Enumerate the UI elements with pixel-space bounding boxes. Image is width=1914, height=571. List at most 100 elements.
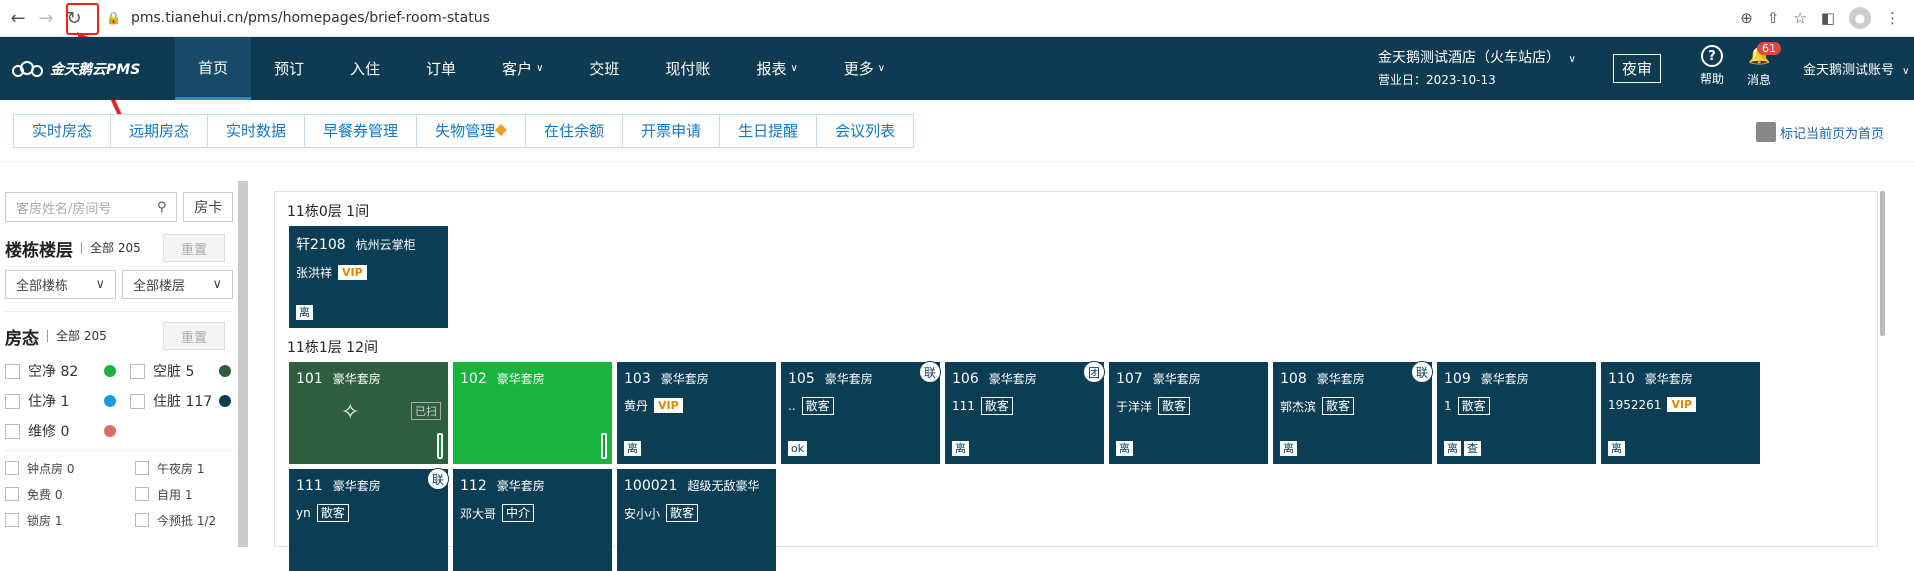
tab-2[interactable]: 实时数据	[207, 113, 306, 148]
forward-icon[interactable]: →	[32, 4, 60, 32]
checkbox[interactable]	[5, 423, 20, 439]
account-menu[interactable]: 金天鹅测试账号 ∨	[1803, 59, 1909, 78]
extra-filter[interactable]: 免费 0	[5, 481, 135, 507]
checkbox[interactable]	[5, 513, 19, 527]
room-tags: ok	[788, 441, 808, 456]
status-all-count[interactable]: 全部 205	[47, 330, 107, 342]
tab-5[interactable]: 在住余额	[525, 113, 624, 148]
nav-item-5[interactable]: 交班	[566, 37, 642, 100]
messages-label: 消息	[1747, 73, 1772, 87]
status-label: 住净 1	[28, 394, 70, 410]
checkbox[interactable]	[5, 461, 19, 475]
back-icon[interactable]: ←	[4, 4, 32, 32]
room-title: 100021 超级无敌豪华	[624, 477, 769, 494]
guest-name: 邓大哥	[460, 506, 497, 521]
status-filter[interactable]: 住净 1	[5, 386, 130, 416]
checkbox[interactable]	[135, 513, 149, 527]
tab-8[interactable]: 会议列表	[816, 113, 915, 148]
floor-select[interactable]: 全部楼层 ∨	[122, 270, 233, 299]
room-card[interactable]: 轩2108 杭州云掌柜 张洪祥 VIP 离	[289, 226, 448, 328]
tab-1[interactable]: 远期房态	[110, 113, 209, 148]
menu-kebab-icon[interactable]: ⋮	[1885, 9, 1900, 27]
tab-label: 早餐券管理	[323, 122, 399, 140]
checkbox[interactable]	[135, 461, 149, 475]
room-number: 100021	[624, 478, 678, 494]
status-filter[interactable]: 空脏 5	[130, 356, 245, 386]
address-bar[interactable]: 🔒 pms.tianehui.cn/pms/homepages/brief-ro…	[106, 10, 1740, 26]
nav-item-8[interactable]: 更多 ∨	[821, 37, 908, 100]
extra-filter[interactable]: 自用 1	[135, 481, 245, 507]
messages-button[interactable]: 🔔 61 消息	[1747, 42, 1781, 88]
room-tag: 离	[1444, 441, 1461, 456]
room-card[interactable]: 106 豪华套房 111 散客离 团	[945, 361, 1105, 464]
zoom-icon[interactable]: ⊕	[1740, 9, 1753, 27]
room-card[interactable]: 102 豪华套房	[453, 362, 612, 464]
room-card[interactable]: 111 豪华套房 yn 散客 联	[289, 468, 449, 571]
tab-4[interactable]: 失物管理	[416, 113, 527, 148]
nav-item-4[interactable]: 客户 ∨	[479, 37, 566, 100]
vertical-scrollbar[interactable]	[1880, 191, 1885, 336]
nav-item-6[interactable]: 现付账	[642, 37, 733, 100]
account-name: 金天鹅测试账号	[1803, 63, 1895, 78]
room-card[interactable]: 108 豪华套房 郭杰滨 散客离 联	[1273, 361, 1433, 464]
building-select[interactable]: 全部楼栋 ∨	[5, 270, 116, 299]
tab-3[interactable]: 早餐券管理	[304, 113, 418, 148]
logo-cloud-icon	[12, 60, 43, 77]
checkbox[interactable]	[130, 363, 145, 379]
extra-filter[interactable]: 锁房 1	[5, 507, 135, 533]
nav-item-label: 入住	[350, 60, 381, 78]
room-card[interactable]: 109 豪华套房 1 散客离查	[1437, 362, 1596, 464]
guest-name: 1952261	[1608, 397, 1662, 412]
room-card[interactable]: 105 豪华套房.. 散客 ok 联	[781, 361, 941, 464]
guest-type-tag: 散客	[801, 397, 834, 415]
guest-type-tag: 散客	[316, 504, 349, 522]
checkbox[interactable]	[5, 393, 20, 409]
room-tag: ok	[788, 441, 808, 456]
room-card[interactable]: 107 豪华套房 于洋洋 散客离	[1109, 362, 1268, 464]
building-reset-button[interactable]: 重置	[163, 234, 225, 262]
tab-6[interactable]: 开票申请	[622, 113, 721, 148]
extra-filter[interactable]: 午夜房 1	[135, 455, 245, 481]
room-card[interactable]: 110 豪华套房 1952261 VIP 离	[1601, 362, 1760, 464]
room-number: 112	[460, 478, 487, 494]
tab-0[interactable]: 实时房态	[13, 113, 112, 148]
status-filter[interactable]: 住脏 117	[130, 386, 245, 416]
nav-item-2[interactable]: 入住	[327, 37, 403, 100]
help-button[interactable]: ? 帮助	[1700, 45, 1724, 87]
nav-item-3[interactable]: 订单	[403, 37, 479, 100]
tab-7[interactable]: 生日提醒	[719, 113, 818, 148]
mark-home-link[interactable]: 标记当前页为首页	[1755, 122, 1884, 142]
checkbox[interactable]	[130, 393, 145, 409]
checkbox[interactable]	[5, 487, 19, 501]
room-card[interactable]: 101 豪华套房 ✧ 已扫	[289, 362, 448, 464]
room-card[interactable]: 112 豪华套房 邓大哥 中介	[453, 469, 612, 571]
status-reset-button[interactable]: 重置	[163, 322, 225, 350]
extra-filter[interactable]: 钟点房 0	[5, 455, 135, 481]
status-filter[interactable]: 空净 82	[5, 356, 130, 386]
room-number: 108	[1280, 371, 1307, 387]
hotel-selector[interactable]: 金天鹅测试酒店（火车站店） ∨ 营业日：2023-10-13	[1378, 47, 1576, 88]
share-icon[interactable]: ⇧	[1767, 9, 1780, 27]
profile-avatar[interactable]: ●	[1849, 7, 1871, 29]
guest-line: 黄丹 VIP	[624, 397, 769, 414]
nav-item-7[interactable]: 报表 ∨	[733, 37, 820, 100]
room-tag: 离	[1280, 441, 1297, 456]
search-input[interactable]: 客房姓名/房间号 ⚲	[5, 192, 178, 222]
app-logo[interactable]: 金天鹅云PMS	[0, 59, 175, 79]
nav-item-0[interactable]: 首页	[175, 37, 252, 100]
status-filter[interactable]: 维修 0	[5, 416, 130, 446]
status-color-dot	[219, 395, 231, 407]
room-card-button[interactable]: 房卡	[183, 192, 233, 222]
checkbox[interactable]	[135, 487, 149, 501]
room-type: 豪华套房	[496, 479, 545, 493]
room-card[interactable]: 100021 超级无敌豪华 安小小 散客	[617, 469, 776, 571]
bookmark-star-icon[interactable]: ☆	[1793, 9, 1806, 27]
checkbox[interactable]	[5, 363, 20, 379]
search-icon[interactable]: ⚲	[157, 200, 167, 215]
building-all-count[interactable]: 全部 205	[81, 242, 141, 254]
room-card[interactable]: 103 豪华套房 黄丹 VIP 离	[617, 362, 776, 464]
night-audit-button[interactable]: 夜审	[1613, 54, 1662, 83]
nav-item-1[interactable]: 预订	[251, 37, 327, 100]
sidepanel-icon[interactable]: ◧	[1821, 9, 1835, 27]
extra-filter[interactable]: 今预抵 1/2	[135, 507, 245, 533]
